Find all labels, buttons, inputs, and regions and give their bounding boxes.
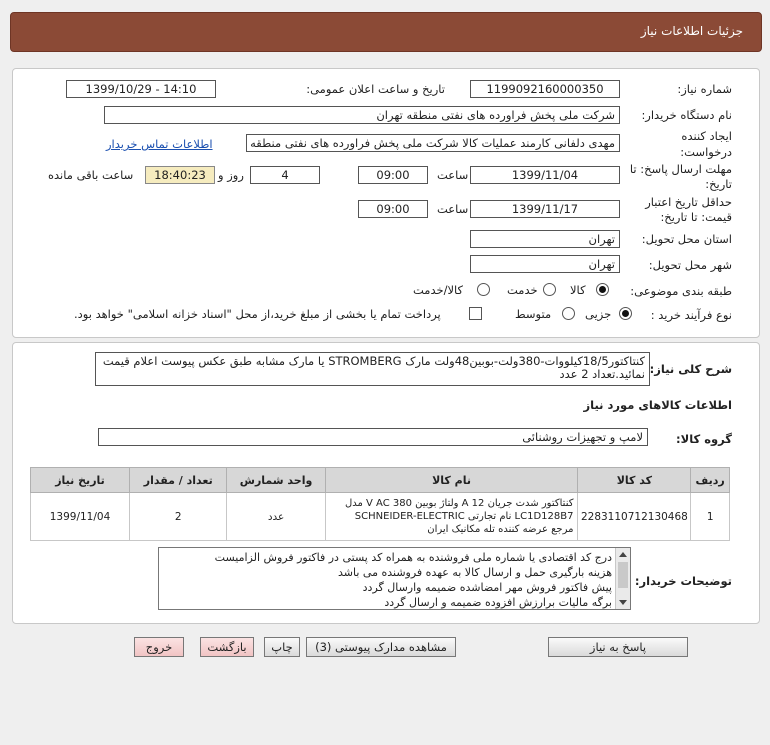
- category-goods-radio[interactable]: [596, 283, 609, 296]
- scroll-thumb[interactable]: [618, 562, 628, 588]
- goods-info-title: اطلاعات کالاهای مورد نیاز: [583, 398, 732, 412]
- category-label: طبقه بندی موضوعی:: [630, 284, 732, 298]
- category-service-label: خدمت: [507, 283, 538, 297]
- description-label: شرح کلی نیاز:: [649, 362, 732, 376]
- reply-time-label: ساعت: [437, 168, 469, 182]
- header-need-date: تاریخ نیاز: [29, 467, 131, 493]
- process-minor-label: جزیی: [585, 307, 612, 321]
- days-label: روز و: [218, 168, 244, 182]
- notes-scrollbar[interactable]: [615, 548, 630, 609]
- process-label: نوع فرآیند خرید :: [650, 308, 732, 322]
- category-goods-service-label: کالا/خدمت: [413, 283, 464, 297]
- header-row: ردیف: [690, 467, 730, 493]
- page-header: جزئیات اطلاعات نیاز: [10, 12, 762, 52]
- note-line: پیش فاکتور فروش مهر امضاشده ضمیمه وارسال…: [362, 581, 612, 594]
- goods-group-label: گروه کالا:: [676, 432, 732, 446]
- process-medium-label: متوسط: [515, 307, 552, 321]
- province-label: استان محل تحویل:: [641, 232, 732, 246]
- city-label: شهر محل تحویل:: [648, 258, 732, 272]
- exit-button[interactable]: خروج: [134, 637, 184, 657]
- announce-datetime-field: 1399/10/29 - 14:10: [66, 80, 216, 98]
- requester-label: ایجاد کننده درخواست:: [680, 129, 732, 159]
- days-count-field: 4: [250, 166, 320, 184]
- reply-time-field: 09:00: [358, 166, 428, 184]
- cell-goods-code: 2283110712130468: [577, 492, 692, 541]
- need-number-field: 1199092160000350: [470, 80, 620, 98]
- reply-button[interactable]: پاسخ به نیاز: [548, 637, 688, 657]
- process-medium-radio[interactable]: [562, 307, 575, 320]
- cell-qty: 2: [129, 492, 228, 541]
- header-qty: تعداد / مقدار: [129, 467, 228, 493]
- goods-group-field: لامپ و تجهیزات روشنائی: [98, 428, 648, 446]
- view-attachments-button[interactable]: مشاهده مدارک پیوستی (3): [306, 637, 456, 657]
- validity-date-field: 1399/11/17: [470, 200, 620, 218]
- buyer-org-label: نام دستگاه خریدار:: [641, 108, 732, 122]
- process-minor-radio[interactable]: [619, 307, 632, 320]
- cell-unit: عدد: [226, 492, 326, 541]
- buyer-notes-label: توضیحات خریدار:: [634, 574, 732, 588]
- buyer-org-field: شرکت ملی پخش فراورده های نفتی منطقه تهرا…: [104, 106, 620, 124]
- scroll-down-icon[interactable]: [619, 600, 627, 605]
- need-number-label: شماره نیاز:: [677, 82, 732, 96]
- reply-date-field: 1399/11/04: [470, 166, 620, 184]
- price-validity-label: حداقل تاریخ اعتبار قیمت: تا تاریخ:: [645, 195, 732, 224]
- cell-row: 1: [690, 492, 730, 541]
- requester-field: مهدی دلفانی کارمند عملیات کالا شرکت ملی …: [246, 134, 620, 152]
- category-goods-label: کالا: [570, 283, 586, 297]
- note-line: درج کد اقتصادی یا شماره ملی فروشنده به ه…: [214, 551, 612, 564]
- remaining-time-label: ساعت باقی مانده: [48, 168, 134, 182]
- category-service-radio[interactable]: [543, 283, 556, 296]
- remaining-time-field: 18:40:23: [145, 166, 215, 184]
- city-field: تهران: [470, 255, 620, 273]
- back-button[interactable]: بازگشت: [200, 637, 254, 657]
- buyer-contact-link[interactable]: اطلاعات تماس خریدار: [106, 137, 213, 151]
- province-field: تهران: [470, 230, 620, 248]
- cell-need-date: 1399/11/04: [29, 492, 131, 541]
- header-goods-code: کد کالا: [577, 467, 692, 493]
- validity-time-label: ساعت: [437, 202, 469, 216]
- description-text: کنتاکتور18/5کیلووات-380ولت-بوبین48ولت ما…: [95, 352, 650, 386]
- header-goods-name: نام کالا: [324, 467, 579, 493]
- treasury-payment-checkbox[interactable]: [469, 307, 482, 320]
- announce-datetime-label: تاریخ و ساعت اعلان عمومی:: [306, 82, 445, 96]
- table-row: 1399/11/04 2 عدد کنتاکتور شدت جریان 12 A…: [29, 492, 730, 541]
- goods-table: تاریخ نیاز تعداد / مقدار واحد شمارش نام …: [29, 467, 730, 541]
- note-line: برگه مالیات برارزش افزوده ضمیمه و ارسال …: [384, 596, 612, 609]
- page-title: جزئیات اطلاعات نیاز: [640, 24, 743, 38]
- note-line: هزینه بارگیری حمل و ارسال کالا به عهده ف…: [338, 566, 612, 579]
- scroll-up-icon[interactable]: [619, 552, 627, 557]
- cell-goods-name: کنتاکتور شدت جریان 12 A ولتاژ بوبین 380 …: [324, 492, 579, 541]
- buyer-notes-lines: درج کد اقتصادی یا شماره ملی فروشنده به ه…: [214, 550, 612, 609]
- header-unit: واحد شمارش: [226, 467, 326, 493]
- buyer-notes-box[interactable]: درج کد اقتصادی یا شماره ملی فروشنده به ه…: [158, 547, 631, 610]
- payment-note: پرداخت تمام یا بخشی از مبلغ خرید،از محل …: [74, 307, 441, 321]
- validity-time-field: 09:00: [358, 200, 428, 218]
- print-button[interactable]: چاپ: [264, 637, 300, 657]
- reply-deadline-label: مهلت ارسال پاسخ: تا تاریخ:: [629, 162, 732, 191]
- category-goods-service-radio[interactable]: [477, 283, 490, 296]
